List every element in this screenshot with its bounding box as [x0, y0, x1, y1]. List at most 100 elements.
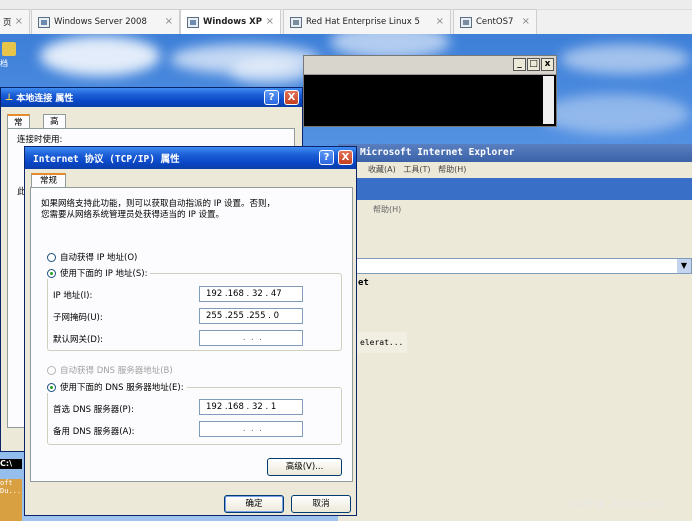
- subnet-mask-label: 子网掩码(U):: [53, 313, 103, 323]
- cloud: [560, 44, 690, 74]
- ok-button[interactable]: 确定: [224, 495, 284, 513]
- command-window-titlebar[interactable]: _ □ x: [304, 56, 556, 75]
- subnet-mask-row: 子网掩码(U):: [53, 311, 103, 323]
- preferred-dns-field[interactable]: 192 .168 . 32 . 1: [199, 399, 303, 415]
- tab-label: Windows XP: [203, 17, 262, 27]
- address-bar[interactable]: ▼: [338, 258, 692, 274]
- ie-titlebar[interactable]: Microsoft Internet Explorer: [338, 144, 692, 162]
- watermark: CSDN @ , BeYourself: [566, 500, 663, 510]
- help-button[interactable]: ?: [264, 90, 279, 105]
- tab-partial-label: 页: [3, 18, 12, 28]
- fragment-text: oft: [0, 479, 13, 487]
- tab-label: Red Hat Enterprise Linux 5: [306, 17, 420, 27]
- close-icon[interactable]: ×: [522, 16, 530, 27]
- tab-label: CentOS7: [476, 17, 514, 27]
- alternate-dns-row: 备用 DNS 服务器(A):: [53, 425, 135, 437]
- ip-address-label: IP 地址(I):: [53, 291, 93, 301]
- lan-titlebar[interactable]: ⊥ 本地连接 属性: [1, 88, 302, 107]
- minimize-button[interactable]: _: [513, 58, 526, 71]
- desktop-icon[interactable]: 档: [0, 42, 20, 82]
- close-button[interactable]: x: [541, 58, 554, 71]
- tab-partial[interactable]: 页 ×: [0, 9, 30, 34]
- alternate-dns-field[interactable]: . . .: [199, 421, 303, 437]
- close-button[interactable]: X: [284, 90, 299, 105]
- use-dns-radio[interactable]: 使用下面的 DNS 服务器地址(E):: [47, 381, 187, 393]
- menu-favorites[interactable]: 收藏(A): [368, 165, 396, 174]
- scrollbar[interactable]: [543, 76, 554, 124]
- desktop-icon-label: 档: [0, 59, 8, 68]
- lan-title: 本地连接 属性: [16, 94, 74, 104]
- maximize-button[interactable]: □: [527, 58, 540, 71]
- cloud: [540, 94, 690, 134]
- vm-icon: [38, 16, 50, 28]
- taskbar-fragment: oft Du...: [0, 479, 22, 521]
- vm-icon: [187, 16, 199, 28]
- close-button[interactable]: X: [338, 150, 353, 165]
- tab-centos7[interactable]: CentOS7 ×: [453, 9, 537, 34]
- radio-button[interactable]: [47, 268, 56, 278]
- cloud: [230, 59, 310, 84]
- tab-windows-server-2008[interactable]: Windows Server 2008 ×: [31, 9, 180, 34]
- preferred-dns-row: 首选 DNS 服务器(P):: [53, 403, 134, 415]
- menu-tools[interactable]: 工具(T): [403, 165, 430, 174]
- auto-dns-label: 自动获得 DNS 服务器地址(B): [60, 366, 173, 376]
- auto-dns-radio[interactable]: 自动获得 DNS 服务器地址(B): [47, 364, 173, 376]
- ie-blue-band: [338, 178, 692, 200]
- tab-windows-xp[interactable]: Windows XP ×: [180, 9, 281, 34]
- menu-help[interactable]: 帮助(H): [438, 165, 466, 174]
- description-line: 如果网络支持此功能，则可以获取自动指派的 IP 设置。否则，: [41, 199, 276, 209]
- chevron-down-icon[interactable]: ▼: [677, 259, 691, 273]
- auto-ip-label: 自动获得 IP 地址(O): [60, 253, 138, 263]
- ie-submenu: 帮助(H): [338, 200, 692, 220]
- help-button[interactable]: ?: [319, 150, 334, 165]
- ip-address-row: IP 地址(I):: [53, 289, 92, 301]
- close-icon[interactable]: ×: [436, 16, 444, 27]
- description-text: 如果网络支持此功能，则可以获取自动指派的 IP 设置。否则， 您需要从网络系统管…: [41, 199, 341, 221]
- vm-tab-bar: 页 × Windows Server 2008 × Windows XP × R…: [0, 0, 692, 34]
- ie-toolbar: [338, 220, 692, 240]
- close-icon[interactable]: ×: [266, 16, 274, 27]
- tab-advanced[interactable]: 高级: [43, 114, 66, 141]
- radio-button[interactable]: [47, 252, 56, 262]
- gateway-label: 默认网关(D):: [53, 335, 104, 345]
- subnet-mask-field[interactable]: 255 .255 .255 . 0: [199, 308, 303, 324]
- ie-link-fragment[interactable]: elerat...: [356, 332, 408, 353]
- cloud: [40, 36, 160, 76]
- dialog-titlebar[interactable]: Internet 协议 (TCP/IP) 属性: [25, 147, 356, 169]
- close-icon[interactable]: ×: [165, 16, 173, 27]
- folder-icon: [2, 42, 16, 56]
- auto-ip-radio[interactable]: 自动获得 IP 地址(O): [47, 251, 137, 263]
- menu-help-2[interactable]: 帮助(H): [373, 205, 401, 214]
- left-edge-fragments: C:\ oft Du...: [0, 459, 22, 521]
- vm-icon: [290, 16, 302, 28]
- ie-window[interactable]: Microsoft Internet Explorer 收藏(A) 工具(T) …: [338, 144, 692, 521]
- ip-address-field[interactable]: 192 .168 . 32 . 47: [199, 286, 303, 302]
- tab-red-hat[interactable]: Red Hat Enterprise Linux 5 ×: [283, 9, 451, 34]
- ie-menubar: 收藏(A) 工具(T) 帮助(H): [338, 162, 692, 178]
- close-icon[interactable]: ×: [15, 16, 23, 27]
- use-ip-radio[interactable]: 使用下面的 IP 地址(S):: [47, 267, 151, 279]
- radio-button[interactable]: [47, 382, 56, 392]
- command-window[interactable]: _ □ x: [303, 55, 557, 127]
- tab-general[interactable]: 常规: [31, 173, 67, 188]
- tab-general[interactable]: 常规: [7, 114, 30, 142]
- advanced-button[interactable]: 高级(V)...: [267, 458, 342, 476]
- network-icon: ⊥: [5, 92, 14, 103]
- cancel-button[interactable]: 取消: [291, 495, 351, 513]
- dialog-title: Internet 协议 (TCP/IP) 属性: [33, 154, 180, 165]
- alternate-dns-label: 备用 DNS 服务器(A):: [53, 427, 135, 437]
- console-fragment: C:\: [0, 459, 22, 469]
- preferred-dns-label: 首选 DNS 服务器(P):: [53, 405, 134, 415]
- use-ip-label: 使用下面的 IP 地址(S):: [60, 269, 148, 279]
- radio-button[interactable]: [47, 365, 56, 375]
- tcpip-properties-dialog[interactable]: Internet 协议 (TCP/IP) 属性 ? X 常规 如果网络支持此功能…: [24, 146, 357, 516]
- gateway-field[interactable]: . . .: [199, 330, 303, 346]
- connect-using-label: 连接时使用:: [17, 135, 63, 145]
- tab-label: Windows Server 2008: [54, 17, 147, 27]
- gateway-row: 默认网关(D):: [53, 333, 103, 345]
- description-line: 您需要从网络系统管理员处获得适当的 IP 设置。: [41, 210, 225, 220]
- vm-icon: [460, 16, 472, 28]
- use-dns-label: 使用下面的 DNS 服务器地址(E):: [60, 383, 184, 393]
- fragment-text: Du...: [0, 487, 22, 495]
- ie-text-fragment: et: [358, 278, 369, 288]
